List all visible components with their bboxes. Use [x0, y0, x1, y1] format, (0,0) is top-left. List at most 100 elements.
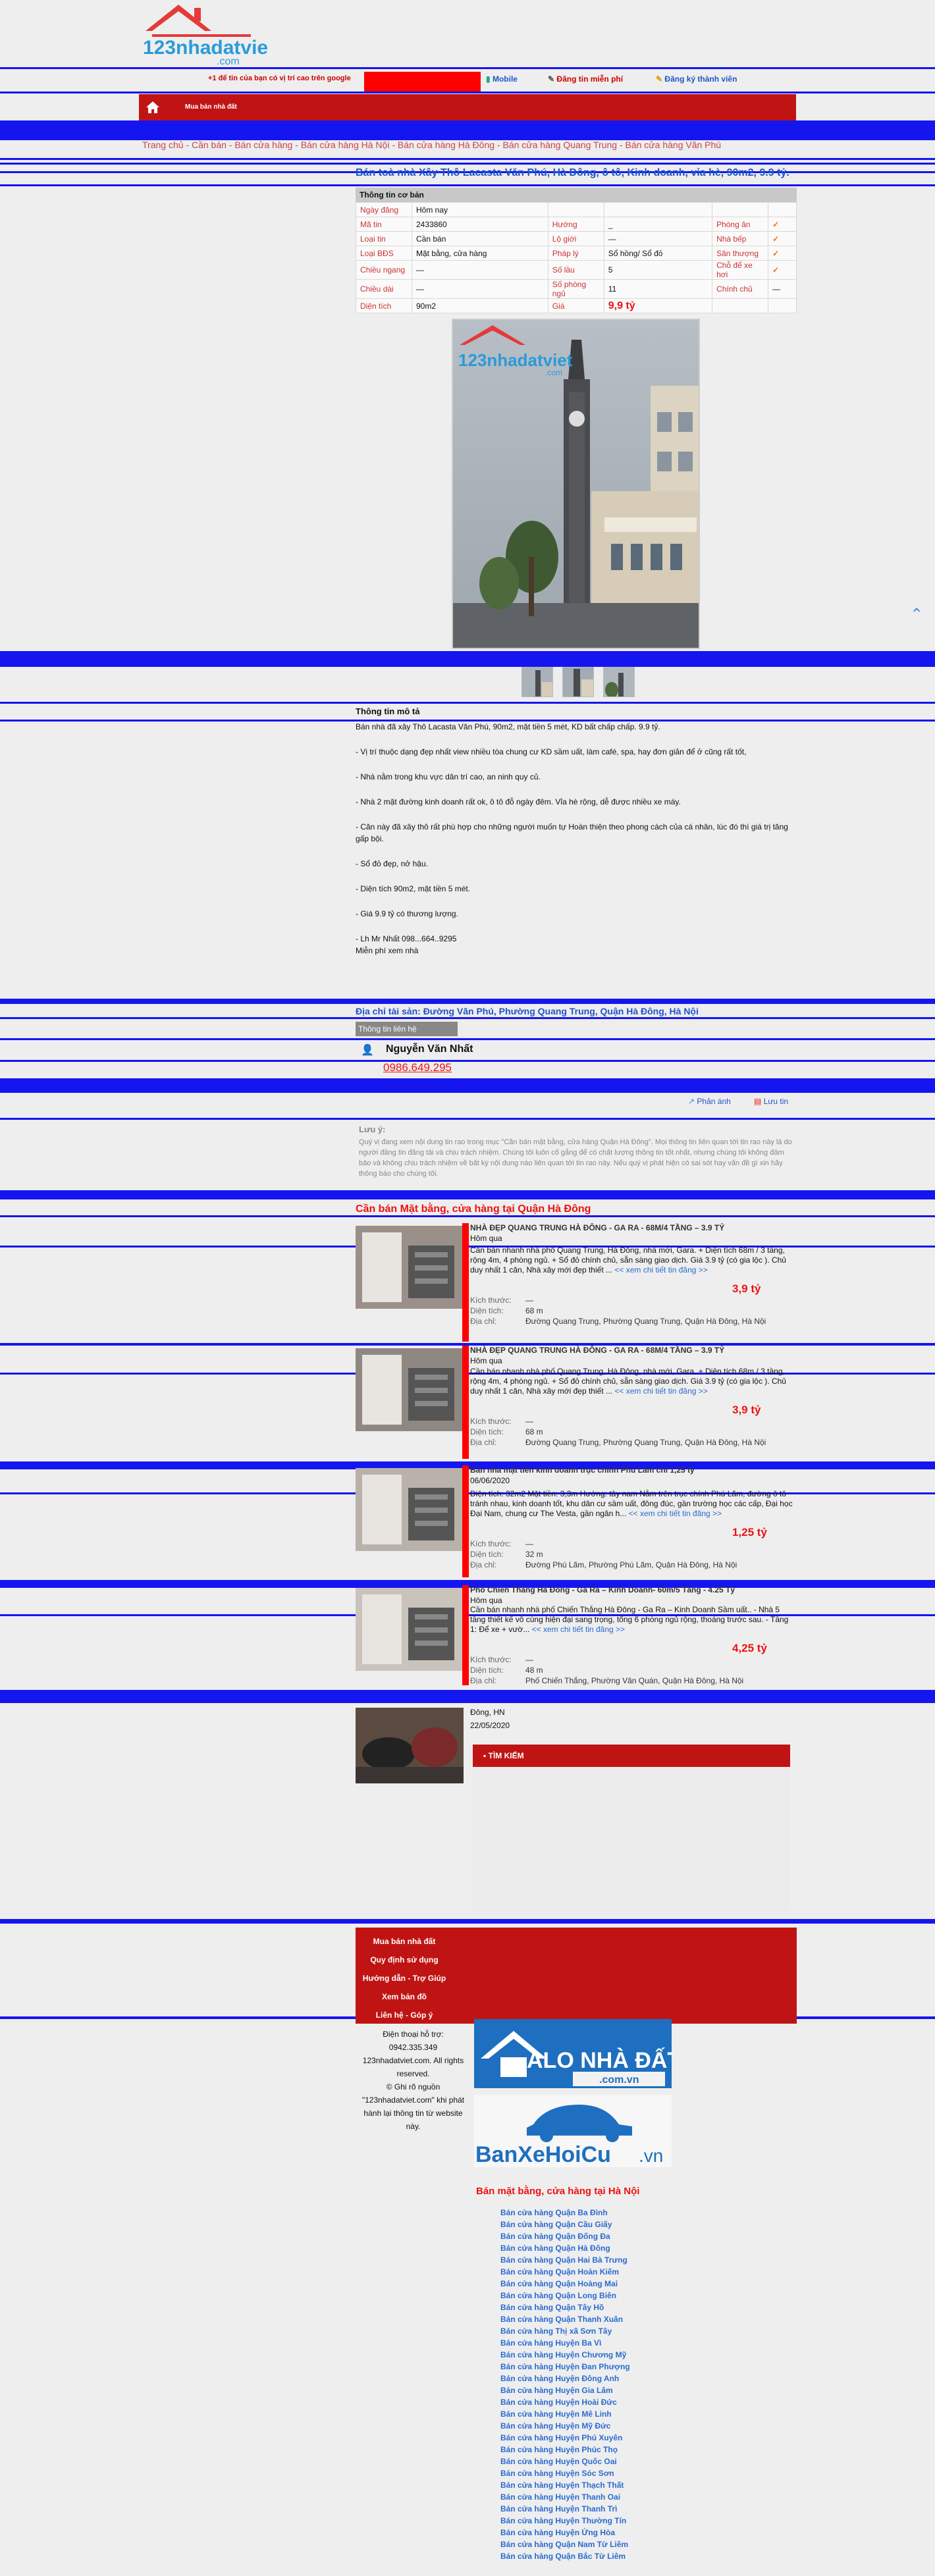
listing-address: Địa chỉ: Đường Quang Trung, Phường Quang … [470, 1317, 766, 1326]
thumbnail[interactable] [603, 667, 635, 697]
category-link[interactable]: Bán cửa hàng Huyện Thường Tín [500, 2515, 630, 2527]
listing-item[interactable]: NHÀ ĐẸP QUANG TRUNG HÀ ĐÔNG - GA RA - 68… [356, 1346, 797, 1459]
description-header: Thông tin mô tả [356, 706, 420, 716]
category-link[interactable]: Bán cửa hàng Quận Bắc Từ Liêm [500, 2550, 630, 2562]
listing-photo[interactable] [356, 1468, 464, 1551]
banxehoicu-banner[interactable]: BanXeHoiCu .vn [474, 2095, 672, 2167]
divider-band [0, 1078, 935, 1093]
info-value: — [768, 279, 797, 299]
category-link[interactable]: Bán cửa hàng Huyện Sóc Sơn [500, 2467, 630, 2479]
chevron-up-icon[interactable]: ⌃ [910, 605, 923, 624]
main-photo[interactable]: 123nhadatviet .com [452, 319, 700, 649]
page-title: Bán toà nhà Xây Thô Lacasta Văn Phú, Hà … [356, 167, 789, 178]
listing-photo[interactable] [356, 1348, 464, 1431]
svg-text:123nhadatviet: 123nhadatviet [458, 350, 573, 370]
category-link[interactable]: Bán cửa hàng Quận Nam Từ Liêm [500, 2538, 630, 2550]
listing-title[interactable]: NHÀ ĐẸP QUANG TRUNG HÀ ĐÔNG - GA RA - 68… [470, 1346, 793, 1355]
category-link[interactable]: Bán cửa hàng Quận Hoàn Kiếm [500, 2266, 630, 2278]
divider [0, 1038, 935, 1040]
report-button[interactable]: ↗ Phản ánh [688, 1097, 731, 1106]
category-link[interactable]: Bán cửa hàng Quận Hai Bà Trưng [500, 2254, 630, 2266]
category-link[interactable]: Bán cửa hàng Huyện Thạch Thất [500, 2479, 630, 2491]
category-link[interactable]: Bán cửa hàng Huyện Hoài Đức [500, 2396, 630, 2408]
detail-link[interactable]: << xem chi tiết tin đăng >> [532, 1625, 625, 1634]
category-link[interactable]: Bán cửa hàng Huyện Ứng Hòa [500, 2527, 630, 2538]
listing-item[interactable]: Phố Chiến Thắng Hà Đông - Ga Ra – Kinh D… [356, 1585, 797, 1685]
category-link[interactable]: Bán cửa hàng Huyện Quốc Oai [500, 2456, 630, 2467]
site-logo[interactable]: 123nhadatviet .com [139, 1, 275, 67]
category-link[interactable]: Bán cửa hàng Huyện Đan Phượng [500, 2361, 630, 2373]
divider [0, 92, 935, 93]
description-line: Bán nhà đã xây Thô Lacasta Văn Phú, 90m2… [356, 722, 660, 731]
listing-title[interactable]: Bán nhà mặt tiền kinh doanh trục chính P… [470, 1465, 793, 1475]
register-member-link[interactable]: ✎ Đăng ký thành viên [656, 74, 737, 84]
listing-title[interactable]: Phố Chiến Thắng Hà Đông - Ga Ra – Kinh D… [470, 1585, 793, 1594]
category-link[interactable]: Bán cửa hàng Quận Đống Đa [500, 2230, 630, 2242]
footer-link[interactable]: Xem bản đồ [356, 1992, 453, 2001]
category-link[interactable]: Bán cửa hàng Quận Hà Đông [500, 2242, 630, 2254]
description-line: - Căn này đã xây thô rất phù hợp cho nhữ… [356, 822, 788, 843]
detail-link[interactable]: << xem chi tiết tin đăng >> [629, 1509, 722, 1518]
accent-bar [462, 1346, 469, 1459]
alonhadat-banner[interactable]: ALO NHÀ ĐẤT .com.vn [474, 2019, 681, 2088]
listing-title[interactable]: NHÀ ĐẸP QUANG TRUNG HÀ ĐÔNG - GA RA - 68… [470, 1223, 793, 1232]
listing-photo[interactable] [356, 1226, 464, 1309]
category-link[interactable]: Bán cửa hàng Huyện Thanh Oai [500, 2491, 630, 2503]
category-link[interactable]: Bán cửa hàng Huyện Mê Linh [500, 2408, 630, 2420]
category-link[interactable]: Bán cửa hàng Huyện Ba Vì [500, 2337, 630, 2349]
copyright-line: 0942.335.349 [388, 2043, 438, 2052]
detail-link[interactable]: << xem chi tiết tin đăng >> [614, 1265, 707, 1275]
category-link[interactable]: Bán cửa hàng Huyện Thanh Trì [500, 2503, 630, 2515]
info-row: Chiều ngang — Số lầu 5 Chỗ để xe hơi ✓ [356, 260, 797, 280]
promo-banner[interactable] [364, 72, 481, 92]
info-key: Số lầu [547, 260, 604, 280]
svg-text:ALO NHÀ ĐẤT: ALO NHÀ ĐẤT [527, 2048, 672, 2073]
breadcrumb[interactable]: Trang chủ - Cần bán - Bán cửa hàng - Bán… [142, 140, 721, 150]
listing-area: Diện tích: 68 m [470, 1427, 543, 1436]
footer-link[interactable]: Hướng dẫn - Trợ Giúp [356, 1974, 453, 1983]
info-key: Phòng ăn [712, 217, 769, 232]
listing-item[interactable]: NHÀ ĐẸP QUANG TRUNG HÀ ĐÔNG - GA RA - 68… [356, 1223, 797, 1342]
thumbnail[interactable] [521, 667, 553, 697]
category-link[interactable]: Bán cửa hàng Quận Thanh Xuân [500, 2313, 630, 2325]
footer-link[interactable]: Quy định sử dụng [356, 1955, 453, 1964]
category-link[interactable]: Bán cửa hàng Thị xã Sơn Tây [500, 2325, 630, 2337]
listing-photo[interactable] [356, 1588, 464, 1671]
category-link[interactable]: Bán cửa hàng Huyện Đông Anh [500, 2373, 630, 2384]
category-link[interactable]: Bán cửa hàng Huyện Phúc Thọ [500, 2444, 630, 2456]
contact-name: Nguyễn Văn Nhất [386, 1043, 473, 1055]
listing-size: Kích thước: — [470, 1417, 533, 1426]
category-link[interactable]: Bán cửa hàng Huyện Phú Xuyên [500, 2432, 630, 2444]
info-value: 90m2 [412, 298, 548, 313]
category-link[interactable]: Bán cửa hàng Quận Tây Hồ [500, 2301, 630, 2313]
contact-phone[interactable]: 0986.649.295 [383, 1061, 452, 1074]
category-link[interactable]: Bán cửa hàng Quận Hoàng Mai [500, 2278, 630, 2290]
listing-area: Diện tích: 48 m [470, 1666, 543, 1675]
category-link[interactable]: Bán cửa hàng Quận Long Biên [500, 2290, 630, 2301]
footer-link[interactable]: Mua bán nhà đất [356, 1937, 453, 1946]
save-button[interactable]: ▤ Lưu tin [754, 1097, 788, 1106]
thumbnail[interactable] [562, 667, 594, 697]
listing-item[interactable]: Bán nhà mặt tiền kinh doanh trục chính P… [356, 1465, 797, 1577]
listing-photo[interactable] [356, 1708, 464, 1783]
category-link[interactable]: Bán cửa hàng Quận Cầu Giấy [500, 2219, 630, 2230]
info-value [603, 202, 713, 217]
info-value: 2433860 [412, 217, 548, 232]
info-row: Loại BĐS Mặt bằng, cửa hàng Pháp lý Sổ hồng… [356, 246, 797, 261]
listing-size: Kích thước: — [470, 1655, 533, 1664]
listing-date: Hôm qua [470, 1596, 502, 1605]
footer-link[interactable]: Liên hệ - Góp ý [356, 2011, 453, 2020]
detail-link[interactable]: << xem chi tiết tin đăng >> [614, 1386, 707, 1396]
note-text: Quý vị đang xem nội dung tin rao trong m… [359, 1138, 792, 1178]
menu-item[interactable]: Mua bán nhà đất [185, 103, 237, 111]
category-link[interactable]: Bán cửa hàng Huyện Chương Mỹ [500, 2349, 630, 2361]
category-link[interactable]: Bán cửa hàng Huyện Mỹ Đức [500, 2420, 630, 2432]
post-free-link[interactable]: ✎ Đăng tin miễn phí [548, 74, 623, 84]
divider [0, 1017, 935, 1019]
home-icon[interactable] [146, 101, 160, 114]
category-link[interactable]: Bán cửa hàng Huyện Gia Lâm [500, 2384, 630, 2396]
info-key: Nhà bếp [712, 231, 769, 246]
mobile-link[interactable]: ▮ Mobile [486, 74, 518, 84]
copyright-line: © Ghi rõ nguồn "123nhadatviet.com" khi p… [361, 2082, 465, 2131]
category-link[interactable]: Bán cửa hàng Quận Ba Đình [500, 2207, 630, 2219]
